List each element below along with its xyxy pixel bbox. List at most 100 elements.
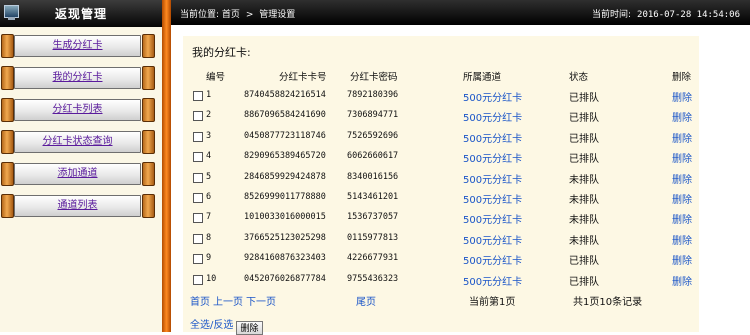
pager-last[interactable]: 尾页 [356,293,376,308]
row-checkbox[interactable] [193,274,203,285]
breadcrumb-home[interactable]: 首页 [222,10,240,20]
row-channel-link[interactable]: 500元分红卡 [463,211,522,226]
row-checkbox[interactable] [193,213,203,224]
row-card-password: 4226677931 [347,253,399,264]
row-status: 未排队 [569,195,599,206]
row-card-number: 2846859929424878 [244,171,326,182]
sidebar-item[interactable]: 分红卡列表 [0,97,156,122]
row-channel-link[interactable]: 500元分红卡 [463,252,522,267]
row-card-number: 8867096584241690 [244,110,326,121]
row-id: 9 [206,253,212,264]
row-delete-link[interactable]: 删除 [672,211,692,226]
pager-links: 首页 上一页 下一页 [190,293,279,308]
row-checkbox[interactable] [193,254,203,265]
row-card-password: 9755436323 [347,273,399,284]
sidebar-item-face[interactable]: 通道列表 [14,195,141,217]
row-status: 未排队 [569,235,599,247]
sidebar-item-face[interactable]: 分红卡状态查询 [14,131,141,153]
row-delete-link[interactable]: 删除 [672,109,692,124]
location-label: 当前位置: [180,10,220,20]
column-header: 所属通道 [463,72,502,83]
pager-prev[interactable]: 上一页 [213,297,243,308]
row-channel-link[interactable]: 500元分红卡 [463,191,522,206]
row-delete-link[interactable]: 删除 [672,252,692,267]
row-status: 已排队 [569,276,599,288]
button-cap-left [1,98,14,122]
column-header: 分红卡卡号 [279,72,327,83]
row-checkbox[interactable] [193,172,203,183]
sidebar-item-label[interactable]: 我的分红卡 [53,72,103,83]
sidebar-item-face[interactable]: 生成分红卡 [14,35,141,57]
row-channel-link[interactable]: 500元分红卡 [463,150,522,165]
select-all-toggle[interactable]: 全选/反选 [190,316,233,331]
row-card-password: 8340016156 [347,171,399,182]
button-cap-right [142,66,155,90]
row-delete-link[interactable]: 删除 [672,89,692,104]
button-cap-right [142,130,155,154]
row-delete-link[interactable]: 删除 [672,171,692,186]
sidebar-item-label[interactable]: 分红卡状态查询 [43,136,113,147]
row-checkbox[interactable] [193,152,203,163]
sidebar-item-label[interactable]: 通道列表 [58,200,98,211]
column-header: 分红卡密码 [350,72,398,83]
sidebar-item-face[interactable]: 分红卡列表 [14,99,141,121]
pager-next[interactable]: 下一页 [246,297,276,308]
button-cap-left [1,194,14,218]
row-delete-link[interactable]: 删除 [672,232,692,247]
row-delete-link[interactable]: 删除 [672,273,692,288]
row-card-password: 6062660617 [347,151,399,162]
pager-first[interactable]: 首页 [190,297,210,308]
row-status: 已排队 [569,256,599,268]
row-id: 2 [206,110,212,121]
time-value: 2016-07-28 14:54:06 [637,10,740,20]
button-cap-right [142,194,155,218]
row-channel-link[interactable]: 500元分红卡 [463,130,522,145]
row-channel-link[interactable]: 500元分红卡 [463,232,522,247]
row-checkbox[interactable] [193,131,203,142]
row-checkbox[interactable] [193,193,203,203]
button-cap-left [1,66,14,90]
sidebar-item-face[interactable]: 我的分红卡 [14,67,141,89]
row-card-password: 7892180396 [347,90,399,100]
sidebar-item[interactable]: 生成分红卡 [0,33,156,58]
row-card-password: 7306894771 [347,110,399,121]
row-channel-link[interactable]: 500元分红卡 [463,109,522,124]
breadcrumb-current: 管理设置 [259,10,296,20]
row-channel-link[interactable]: 500元分红卡 [463,89,522,104]
row-delete-link[interactable]: 删除 [672,191,692,206]
row-id: 7 [206,212,212,223]
row-checkbox[interactable] [193,111,203,122]
row-status: 已排队 [569,154,599,166]
sidebar-header: 返现管理 [0,0,162,27]
row-delete-link[interactable]: 删除 [672,150,692,165]
row-card-number: 8526999011778880 [244,192,326,202]
button-cap-left [1,130,14,154]
delete-button[interactable]: 删除 [236,321,263,335]
row-delete-link[interactable]: 删除 [672,130,692,145]
row-status: 未排队 [569,174,599,186]
current-time: 当前时间: 2016-07-28 14:54:06 [592,7,740,20]
sidebar-item-label[interactable]: 分红卡列表 [53,104,103,115]
row-id: 6 [206,192,212,202]
row-card-number: 8290965389465720 [244,151,326,162]
row-id: 4 [206,151,212,162]
sidebar-item[interactable]: 通道列表 [0,193,156,218]
row-card-number: 1010033016000015 [244,212,326,223]
column-header: 编号 [206,72,226,83]
sidebar-item[interactable]: 添加通道 [0,161,156,186]
sidebar-item-face[interactable]: 添加通道 [14,163,141,185]
top-bar: 当前位置: 首页 > 管理设置 当前时间: 2016-07-28 14:54:06 [171,0,750,25]
row-checkbox[interactable] [193,91,203,101]
sidebar-item[interactable]: 我的分红卡 [0,65,156,90]
row-card-password: 0115977813 [347,232,399,243]
sidebar-item-label[interactable]: 添加通道 [58,168,98,179]
pager-current: 当前第1页 [469,297,516,308]
sidebar-item[interactable]: 分红卡状态查询 [0,129,156,154]
row-id: 8 [206,232,212,243]
row-channel-link[interactable]: 500元分红卡 [463,273,522,288]
sidebar-item-label[interactable]: 生成分红卡 [53,40,103,51]
row-checkbox[interactable] [193,233,203,244]
row-status: 未排队 [569,215,599,227]
row-channel-link[interactable]: 500元分红卡 [463,171,522,186]
row-id: 5 [206,171,212,182]
